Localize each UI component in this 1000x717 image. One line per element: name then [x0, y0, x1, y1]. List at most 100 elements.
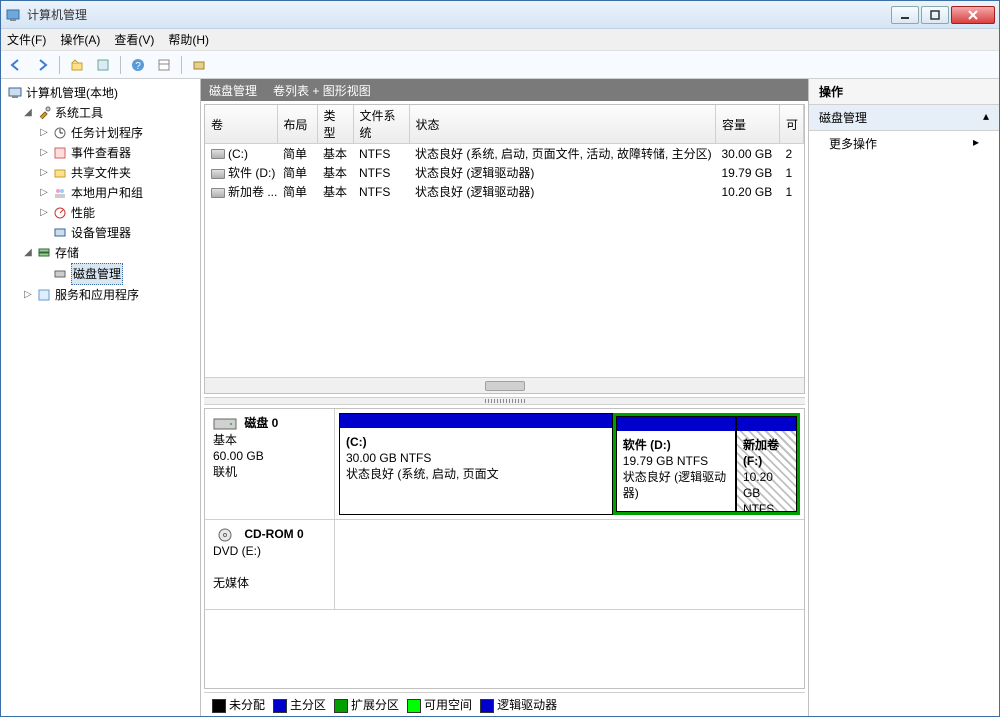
menu-file[interactable]: 文件(F) [7, 31, 46, 48]
disk-size: 60.00 GB [213, 449, 264, 463]
col-fs[interactable]: 文件系统 [353, 105, 409, 144]
table-header-row: 卷 布局 类型 文件系统 状态 容量 可 [205, 105, 804, 144]
tree-root[interactable]: 计算机管理(本地) [5, 83, 198, 103]
partition-body: (C:) 30.00 GB NTFS 状态良好 (系统, 启动, 页面文 [340, 428, 612, 508]
cell: (C:) [228, 147, 248, 161]
services-icon [36, 287, 52, 303]
tree-shared-label: 共享文件夹 [71, 163, 131, 183]
col-free[interactable]: 可 [780, 105, 804, 144]
scrollbar-thumb[interactable] [485, 381, 525, 391]
volume-icon [211, 149, 225, 159]
menu-help[interactable]: 帮助(H) [168, 31, 209, 48]
menu-view[interactable]: 查看(V) [114, 31, 154, 48]
disk-name: 磁盘 0 [244, 416, 278, 430]
volume-table: 卷 布局 类型 文件系统 状态 容量 可 (C:) 简单 [204, 104, 805, 394]
menu-action[interactable]: 操作(A) [60, 31, 100, 48]
partition-header [617, 417, 735, 431]
tree-event[interactable]: ▷事件查看器 [37, 143, 198, 163]
tree-perf[interactable]: ▷性能 [37, 203, 198, 223]
help-button[interactable]: ? [127, 54, 149, 76]
table-row[interactable]: (C:) 简单 基本 NTFS 状态良好 (系统, 启动, 页面文件, 活动, … [205, 144, 804, 164]
actions-diskmgmt[interactable]: 磁盘管理 ▴ [809, 105, 999, 131]
horizontal-scrollbar[interactable] [205, 377, 804, 393]
cell: 基本 [317, 163, 353, 182]
tree-devmgr[interactable]: 设备管理器 [37, 223, 198, 243]
cell: 简单 [277, 144, 317, 164]
tree-task[interactable]: ▷ 任务计划程序 [37, 123, 198, 143]
window-title: 计算机管理 [27, 6, 891, 23]
disk-label[interactable]: 磁盘 0 基本 60.00 GB 联机 [205, 409, 335, 519]
collapse-icon[interactable]: ◢ [23, 243, 33, 263]
table-row[interactable]: 新加卷 ... 简单 基本 NTFS 状态良好 (逻辑驱动器) 10.20 GB… [205, 182, 804, 201]
col-type[interactable]: 类型 [317, 105, 353, 144]
separator [120, 56, 121, 74]
expand-icon[interactable]: ▷ [39, 203, 49, 223]
disk-icon [52, 266, 68, 282]
expand-icon[interactable]: ▷ [39, 123, 49, 143]
partition-f[interactable]: 新加卷 (F:) 10.20 GB NTFS 状态良好 (逻辑驱动器) [736, 416, 797, 512]
actions-more[interactable]: 更多操作 ▸ [809, 131, 999, 156]
cell: 19.79 GB [716, 163, 780, 182]
cell: NTFS [353, 144, 409, 164]
computer-icon [7, 85, 23, 101]
back-button[interactable] [5, 54, 27, 76]
nav-tree: 计算机管理(本地) ◢ 系统工具 ▷ 任务计划程序 [3, 83, 198, 305]
tree-systools[interactable]: ◢ 系统工具 [21, 103, 198, 123]
partition-header [340, 414, 612, 428]
cell: 状态良好 (系统, 启动, 页面文件, 活动, 故障转储, 主分区) [409, 144, 716, 164]
part-title: 新加卷 (F:) [743, 438, 779, 468]
cdrom-label[interactable]: CD-ROM 0 DVD (E:) 无媒体 [205, 520, 335, 609]
settings-button[interactable] [188, 54, 210, 76]
tree-shared[interactable]: ▷ 共享文件夹 [37, 163, 198, 183]
minimize-button[interactable] [891, 6, 919, 24]
cell: NTFS [353, 163, 409, 182]
tree-task-label: 任务计划程序 [71, 123, 143, 143]
col-vol[interactable]: 卷 [205, 105, 277, 144]
partition-d[interactable]: 软件 (D:) 19.79 GB NTFS 状态良好 (逻辑驱动器) [616, 416, 736, 512]
view-button[interactable] [153, 54, 175, 76]
cell: 1 [780, 163, 804, 182]
expand-icon[interactable]: ▷ [39, 143, 49, 163]
tree-storage[interactable]: ◢ 存储 [21, 243, 198, 263]
center-pane: 磁盘管理 卷列表 + 图形视图 卷 布局 类型 文件系统 状态 容量 [201, 79, 809, 716]
tree-services-label: 服务和应用程序 [55, 285, 139, 305]
cdrom-icon [213, 527, 237, 543]
tree-users[interactable]: ▷本地用户和组 [37, 183, 198, 203]
col-cap[interactable]: 容量 [716, 105, 780, 144]
partition-body: 软件 (D:) 19.79 GB NTFS 状态良好 (逻辑驱动器) [617, 431, 735, 511]
tree-diskmgmt[interactable]: 磁盘管理 [37, 263, 198, 285]
disk-icon [213, 416, 237, 432]
expand-icon[interactable]: ▷ [23, 285, 33, 305]
cdrom-type: DVD (E:) [213, 544, 261, 558]
separator [181, 56, 182, 74]
up-button[interactable] [66, 54, 88, 76]
expand-icon[interactable]: ▷ [39, 163, 49, 183]
cell: 基本 [317, 182, 353, 201]
splitter[interactable] [204, 397, 805, 405]
volume-icon [211, 188, 225, 198]
col-status[interactable]: 状态 [409, 105, 716, 144]
separator [59, 56, 60, 74]
cell: 简单 [277, 163, 317, 182]
legend: 未分配 主分区 扩展分区 可用空间 逻辑驱动器 [204, 692, 805, 716]
partition-c[interactable]: (C:) 30.00 GB NTFS 状态良好 (系统, 启动, 页面文 [339, 413, 613, 515]
part-info: 30.00 GB NTFS [346, 451, 431, 465]
cell: 简单 [277, 182, 317, 201]
cdrom-row: CD-ROM 0 DVD (E:) 无媒体 [205, 520, 804, 610]
part-status: 状态良好 (逻辑驱动器) [623, 470, 726, 500]
tree-services[interactable]: ▷ 服务和应用程序 [21, 285, 198, 305]
forward-button[interactable] [31, 54, 53, 76]
legend-label: 可用空间 [424, 698, 472, 712]
app-icon [5, 7, 21, 23]
legend-label: 扩展分区 [351, 698, 399, 712]
disk-type: 基本 [213, 433, 237, 447]
col-layout[interactable]: 布局 [277, 105, 317, 144]
table-row[interactable]: 软件 (D:) 简单 基本 NTFS 状态良好 (逻辑驱动器) 19.79 GB… [205, 163, 804, 182]
expand-icon[interactable]: ▷ [39, 183, 49, 203]
partition-body: 新加卷 (F:) 10.20 GB NTFS 状态良好 (逻辑驱动器) [737, 431, 796, 511]
close-button[interactable] [951, 6, 995, 24]
cdrom-status: 无媒体 [213, 576, 249, 590]
maximize-button[interactable] [921, 6, 949, 24]
properties-button[interactable] [92, 54, 114, 76]
collapse-icon[interactable]: ◢ [23, 103, 33, 123]
